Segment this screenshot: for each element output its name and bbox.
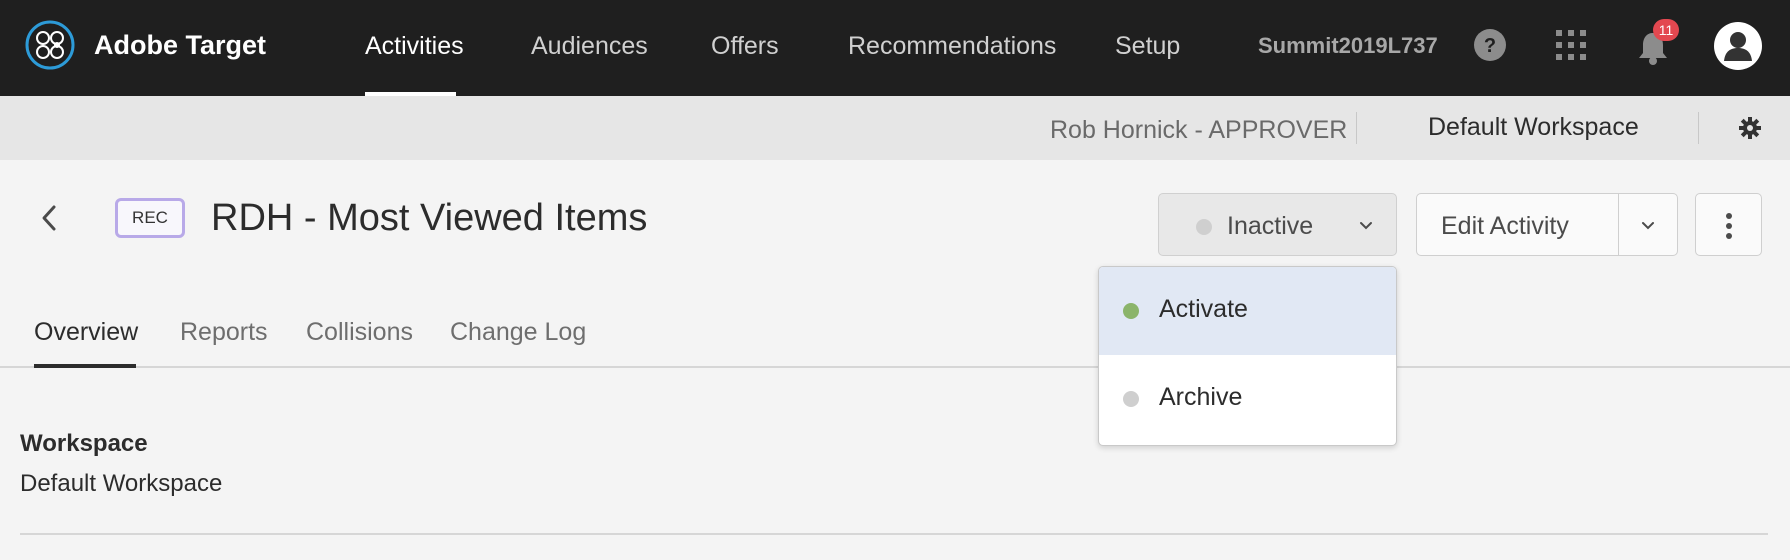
user-avatar-icon[interactable] (1713, 21, 1763, 71)
workspace-label: Workspace (20, 430, 148, 457)
more-vertical-icon (1726, 213, 1732, 239)
subbar-divider (1698, 112, 1699, 144)
chevron-down-icon[interactable] (1641, 221, 1655, 231)
gear-icon[interactable] (1738, 116, 1762, 140)
nav-offers[interactable]: Offers (711, 32, 779, 61)
tab-reports[interactable]: Reports (180, 318, 268, 347)
activity-type-tag: REC (115, 198, 185, 238)
split-divider (1618, 194, 1619, 255)
menu-item-label: Archive (1159, 383, 1243, 411)
chevron-down-icon (1360, 222, 1372, 230)
status-dot (1196, 219, 1212, 235)
archive-dot (1123, 391, 1139, 407)
activity-title: RDH - Most Viewed Items (211, 197, 648, 239)
nav-setup[interactable]: Setup (1115, 32, 1180, 61)
menu-item-activate[interactable]: Activate (1099, 267, 1396, 355)
status-label: Inactive (1227, 212, 1314, 240)
help-icon[interactable]: ? (1474, 29, 1506, 61)
menu-item-archive[interactable]: Archive (1099, 355, 1396, 443)
status-menu: Activate Archive (1098, 266, 1397, 446)
workspace-value: Default Workspace (20, 470, 223, 497)
menu-item-label: Activate (1159, 295, 1248, 323)
adobe-target-logo-icon[interactable] (25, 20, 75, 70)
more-actions-button[interactable] (1695, 193, 1762, 256)
workspace-selector[interactable]: Default Workspace (1428, 113, 1639, 142)
tab-overview[interactable]: Overview (34, 318, 138, 347)
tenant-name[interactable]: Summit2019L737 (1258, 33, 1438, 59)
subbar-divider (1356, 112, 1357, 144)
tab-change-log[interactable]: Change Log (450, 318, 586, 347)
nav-audiences[interactable]: Audiences (531, 32, 648, 61)
apps-grid-icon[interactable] (1556, 30, 1586, 60)
tab-active-indicator (34, 364, 136, 368)
back-arrow-icon[interactable] (40, 203, 58, 233)
tabs-divider (0, 366, 1790, 368)
tab-collisions[interactable]: Collisions (306, 318, 413, 347)
nav-recommendations[interactable]: Recommendations (848, 32, 1056, 61)
active-dot (1123, 303, 1139, 319)
status-dropdown-button[interactable]: Inactive (1158, 193, 1397, 256)
section-divider (20, 533, 1768, 535)
nav-activities[interactable]: Activities (365, 32, 464, 61)
svg-text:?: ? (1484, 35, 1496, 57)
edit-activity-button[interactable]: Edit Activity (1416, 193, 1678, 256)
user-role-label: Rob Hornick - APPROVER (1050, 116, 1348, 144)
edit-activity-label: Edit Activity (1441, 212, 1569, 240)
brand-name: Adobe Target (94, 30, 267, 60)
notification-count-badge: 11 (1653, 19, 1679, 41)
